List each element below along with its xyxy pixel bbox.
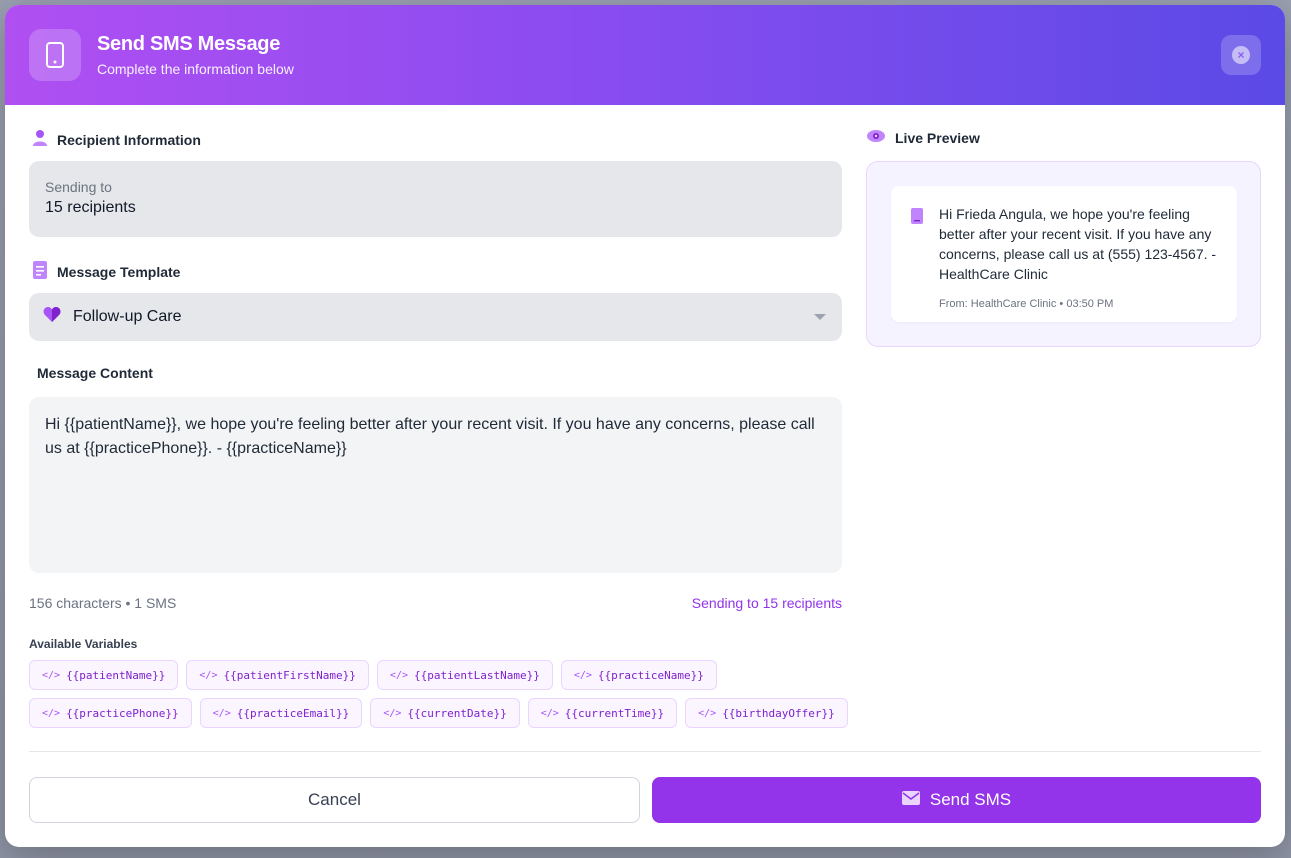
heart-icon [43,306,61,328]
preview-section-title: Live Preview [895,129,980,146]
send-sms-label: Send SMS [929,790,1012,809]
variables-label: Available Variables [29,637,138,651]
close-button[interactable]: × [1221,35,1261,75]
variable-chip-label: {{practiceEmail}} [236,706,350,720]
preview-section-label: Live Preview [867,129,980,146]
user-icon [33,129,47,150]
variable-chip-practice-name[interactable]: </> {{practiceName}} [560,660,717,690]
variable-chip-label: {{practicePhone}} [66,706,179,720]
phone-icon [29,29,81,81]
modal-header: Send SMS Message Complete the informatio… [5,5,1285,105]
variable-chip-label: {{currentDate}} [407,706,507,720]
code-icon: </> [42,707,61,719]
template-select[interactable]: Follow-up Care [29,293,842,341]
close-icon: × [1232,46,1250,64]
phone-icon [911,208,923,229]
variable-chip-label: {{practiceName}} [597,668,704,682]
live-preview-card: Hi Frieda Angula, we hope you're feeling… [866,161,1261,347]
code-icon: </> [212,707,231,719]
eye-icon [867,129,885,146]
content-section-label: Message Content [37,365,153,381]
preview-message-bubble: Hi Frieda Angula, we hope you're feeling… [891,186,1237,322]
variable-chip-label: {{patientName}} [66,668,166,682]
variable-chip-practice-phone[interactable]: </> {{practicePhone}} [29,698,192,728]
variables-row-2: </> {{practicePhone}} </> {{practiceEmail}… [29,698,848,728]
code-icon: </> [199,669,218,681]
variable-chip-practice-email[interactable]: </> {{practiceEmail}} [199,698,363,728]
variable-chip-label: {{patientFirstName}} [223,668,356,682]
footer-divider [29,751,1261,752]
document-icon [33,261,47,282]
variable-chip-label: {{patientLastName}} [413,668,540,682]
code-icon: </> [383,707,402,719]
chevron-down-icon [814,314,826,320]
variable-chip-label: {{birthdayOffer}} [722,706,835,720]
content-section-title: Message Content [37,365,153,381]
send-sms-modal: Send SMS Message Complete the informatio… [5,5,1285,847]
recipient-section-label: Recipient Information [33,129,201,150]
preview-message-text: Hi Frieda Angula, we hope you're feeling… [939,206,1217,282]
variable-chip-patient-name[interactable]: </> {{patientName}} [29,660,179,690]
recipient-summary: Sending to 15 recipients [29,161,842,237]
code-icon: </> [540,707,559,719]
template-selected-value: Follow-up Care [73,308,182,325]
sending-to-label: Sending to [45,179,112,195]
recipient-section-title: Recipient Information [57,131,201,148]
variable-chip-current-time[interactable]: </> {{currentTime}} [527,698,678,728]
envelope-icon [901,790,920,810]
variable-chip-birthday-offer[interactable]: </> {{birthdayOffer}} [685,698,848,728]
template-section-label: Message Template [33,261,180,282]
code-icon: </> [573,669,592,681]
variable-chip-current-date[interactable]: </> {{currentDate}} [370,698,520,728]
preview-from-line: From: HealthCare Clinic • 03:50 PM [939,298,1114,310]
sending-summary: Sending to 15 recipients [691,595,842,611]
recipient-count: 15 recipients [45,199,136,216]
code-icon: </> [42,669,61,681]
variables-list: </> {{patientName}} </> {{patientFirstName… [29,660,848,736]
message-textarea[interactable]: Hi {{patientName}}, we hope you're feeli… [29,397,842,573]
variable-chip-patient-first-name[interactable]: </> {{patientFirstName}} [186,660,369,690]
send-sms-button[interactable]: Send SMS [652,777,1261,823]
variable-chip-label: {{currentTime}} [564,706,665,720]
character-count: 156 characters • 1 SMS [29,595,177,611]
template-section-title: Message Template [57,263,181,280]
code-icon: </> [698,707,717,719]
modal-subtitle: Complete the information below [97,61,294,77]
modal-title: Send SMS Message [97,33,281,55]
variables-row-1: </> {{patientName}} </> {{patientFirstName… [29,660,842,690]
code-icon: </> [389,669,408,681]
cancel-button[interactable]: Cancel [29,777,640,823]
variable-chip-patient-last-name[interactable]: </> {{patientLastName}} [376,660,553,690]
